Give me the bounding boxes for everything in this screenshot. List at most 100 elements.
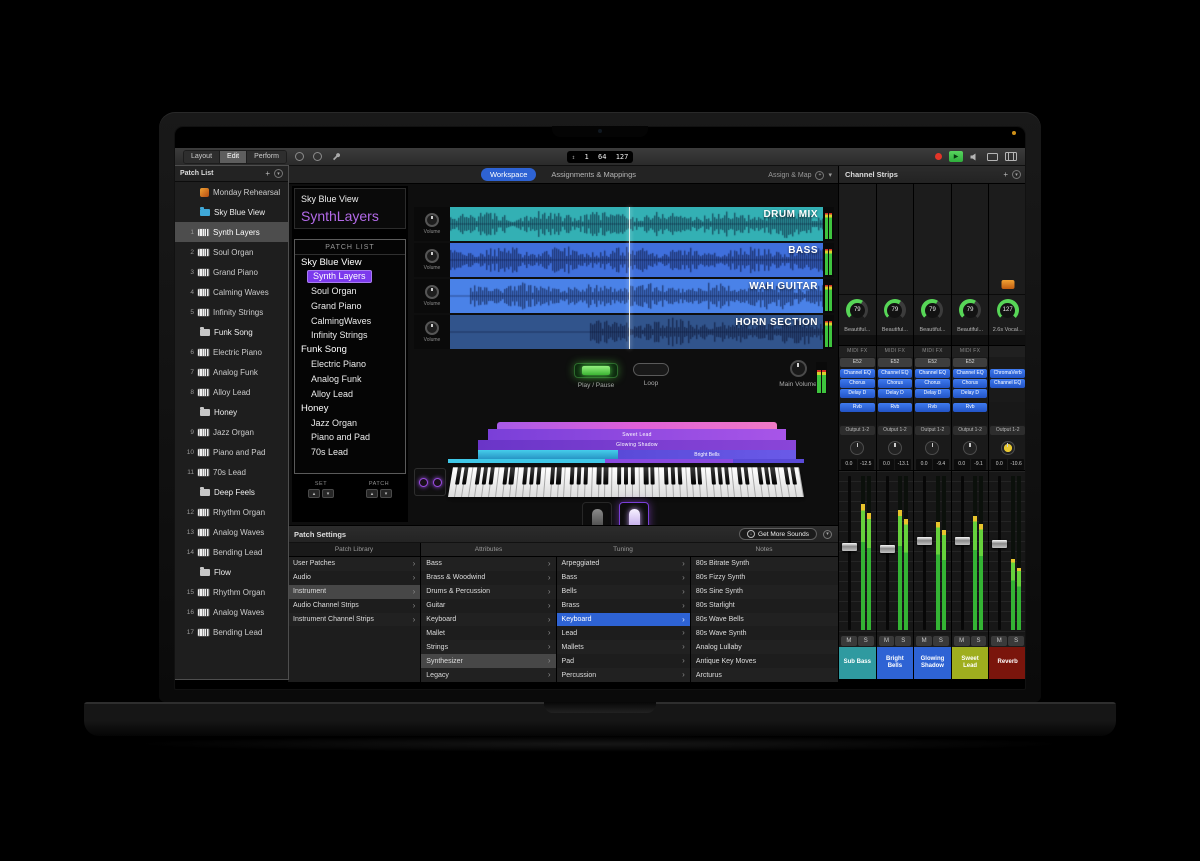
patch-list-item[interactable]: 8 Alloy Lead xyxy=(175,382,288,402)
patch-widget-item[interactable]: Jazz Organ xyxy=(295,416,405,431)
sound-item[interactable]: 80s Bitrate Synth xyxy=(691,557,838,571)
audio-fx-slot[interactable]: Channel EQ xyxy=(840,369,875,378)
category-item[interactable]: Brass & Woodwind xyxy=(421,571,555,585)
patch-list-item[interactable]: 12 Rhythm Organ xyxy=(175,502,288,522)
patch-list-item[interactable]: 17 Bending Lead xyxy=(175,622,288,642)
patch-list-item[interactable]: Flow xyxy=(175,562,288,582)
patch-list-item[interactable]: 1 Synth Layers xyxy=(175,222,288,242)
patch-list-item[interactable]: 10 Piano and Pad xyxy=(175,442,288,462)
subcategory-item[interactable]: Mallets xyxy=(557,640,690,654)
chevron-down-icon[interactable]: ▾ xyxy=(828,171,832,179)
patch-list-item[interactable]: 4 Calming Waves xyxy=(175,282,288,302)
patch-widget-item[interactable]: CalmingWaves xyxy=(295,313,405,328)
patch-list-item[interactable]: 14 Bending Lead xyxy=(175,542,288,562)
mute-button[interactable]: M xyxy=(954,636,970,646)
pan-knob[interactable] xyxy=(963,441,977,455)
play-button[interactable]: ▶ xyxy=(949,151,963,162)
solo-button[interactable]: S xyxy=(858,636,874,646)
subcategory-item[interactable]: Bass xyxy=(557,571,690,585)
panel-menu-icon[interactable]: ▾ xyxy=(823,530,832,539)
master-mute-icon[interactable] xyxy=(970,153,980,161)
fader-handle[interactable] xyxy=(955,537,970,545)
sound-item[interactable]: 80s Starlight xyxy=(691,599,838,613)
patch-list-item[interactable]: Honey xyxy=(175,402,288,422)
patch-widget-item[interactable]: Funk Song xyxy=(295,343,405,358)
audio-fx-slot[interactable]: Chorus xyxy=(915,379,950,388)
track-volume-knob[interactable] xyxy=(425,213,439,227)
mode-button[interactable]: Edit xyxy=(220,151,247,163)
library-item[interactable]: User Patches xyxy=(288,557,420,571)
audio-fx-slot[interactable]: Channel EQ xyxy=(915,369,950,378)
panels-icon[interactable] xyxy=(1005,152,1017,161)
patch-down-button[interactable]: ▾ xyxy=(380,489,392,498)
audio-fx-slot[interactable]: Chorus xyxy=(953,379,988,388)
midi-fx-slot[interactable]: E52 xyxy=(840,358,875,367)
channel-name[interactable]: Bright Bells xyxy=(877,647,914,679)
subcategory-item[interactable]: Pad xyxy=(557,654,690,668)
patch-list-item[interactable]: 15 Rhythm Organ xyxy=(175,582,288,602)
channel-name[interactable]: Glowing Shadow xyxy=(914,647,951,679)
midi-fx-slot[interactable]: E52 xyxy=(953,358,988,367)
assign-map-label[interactable]: Assign & Map xyxy=(768,172,811,179)
channel-knob[interactable]: 79 xyxy=(846,299,868,321)
category-item[interactable]: Legacy xyxy=(421,668,555,682)
patch-list-item[interactable]: Monday Rehearsal xyxy=(175,182,288,202)
track-volume-knob[interactable] xyxy=(425,249,439,263)
pan-knob[interactable] xyxy=(1001,441,1015,455)
audio-fx-slot[interactable]: Channel EQ xyxy=(990,379,1025,388)
audio-fx-slot[interactable]: Delay D xyxy=(915,389,950,398)
tab-assignments-mappings[interactable]: Assignments & Mappings xyxy=(542,168,645,181)
sound-item[interactable]: 80s Fizzy Synth xyxy=(691,571,838,585)
audio-fx-slot[interactable]: Chorus xyxy=(878,379,913,388)
fader-handle[interactable] xyxy=(917,537,932,545)
patch-list-item[interactable]: 3 Grand Piano xyxy=(175,262,288,282)
sound-item[interactable]: Antique Key Moves xyxy=(691,654,838,668)
patch-widget-item[interactable]: Sky Blue View xyxy=(295,255,405,270)
channel-name[interactable]: Reverb xyxy=(989,647,1026,679)
output-slot[interactable]: Output 1-2 xyxy=(840,426,875,435)
fader-handle[interactable] xyxy=(992,540,1007,548)
patch-list-item[interactable]: 2 Soul Organ xyxy=(175,242,288,262)
audio-fx-slot[interactable]: Delay D xyxy=(953,389,988,398)
pan-knob[interactable] xyxy=(850,441,864,455)
patch-widget-item[interactable]: Grand Piano xyxy=(295,299,405,314)
category-item[interactable]: Mallet xyxy=(421,626,555,640)
add-channel-icon[interactable]: + xyxy=(1003,170,1008,179)
mute-button[interactable]: M xyxy=(916,636,932,646)
send-slot-button[interactable]: Rvb xyxy=(953,403,988,412)
mode-button[interactable]: Layout xyxy=(184,151,220,163)
patch-widget-item[interactable]: Synth Layers xyxy=(295,270,405,285)
set-down-button[interactable]: ▾ xyxy=(322,489,334,498)
output-slot[interactable]: Output 1-2 xyxy=(915,426,950,435)
assign-map-icon[interactable]: + xyxy=(815,171,824,180)
sound-item[interactable]: 80s Sine Synth xyxy=(691,585,838,599)
subcategory-item[interactable]: Bells xyxy=(557,585,690,599)
subcategory-item[interactable]: Lead xyxy=(557,626,690,640)
audio-fx-slot[interactable]: Delay D xyxy=(878,389,913,398)
channel-knob[interactable]: 79 xyxy=(959,299,981,321)
output-slot[interactable]: Output 1-2 xyxy=(990,426,1025,435)
send-slot-button[interactable]: Rvb xyxy=(915,403,950,412)
sound-item[interactable]: Analog Lullaby xyxy=(691,640,838,654)
category-item[interactable]: Guitar xyxy=(421,599,555,613)
patch-list-item[interactable]: Sky Blue View xyxy=(175,202,288,222)
subcategory-item[interactable]: Arpeggiated xyxy=(557,557,690,571)
record-button[interactable] xyxy=(935,153,942,160)
info-icon[interactable] xyxy=(312,151,323,162)
audio-fx-slot[interactable]: Delay D xyxy=(840,389,875,398)
patch-widget-item[interactable]: Alloy Lead xyxy=(295,386,405,401)
solo-button[interactable]: S xyxy=(895,636,911,646)
sound-item[interactable]: 80s Wave Bells xyxy=(691,613,838,627)
library-item[interactable]: Audio Channel Strips xyxy=(288,599,420,613)
audio-fx-slot[interactable]: Channel EQ xyxy=(878,369,913,378)
loop-button[interactable] xyxy=(633,363,669,376)
subcategory-item[interactable]: Percussion xyxy=(557,668,690,682)
patch-widget-item[interactable]: 70s Lead xyxy=(295,445,405,460)
patch-list-item[interactable]: Deep Feels xyxy=(175,482,288,502)
library-item[interactable]: Instrument xyxy=(288,585,420,599)
patch-widget-item[interactable]: Analog Funk xyxy=(295,372,405,387)
get-more-sounds-button[interactable]: ↓ Get More Sounds xyxy=(739,528,817,540)
audio-fx-slot[interactable]: Channel EQ xyxy=(953,369,988,378)
category-item[interactable]: Bass xyxy=(421,557,555,571)
patch-widget-item[interactable]: Piano and Pad xyxy=(295,430,405,445)
